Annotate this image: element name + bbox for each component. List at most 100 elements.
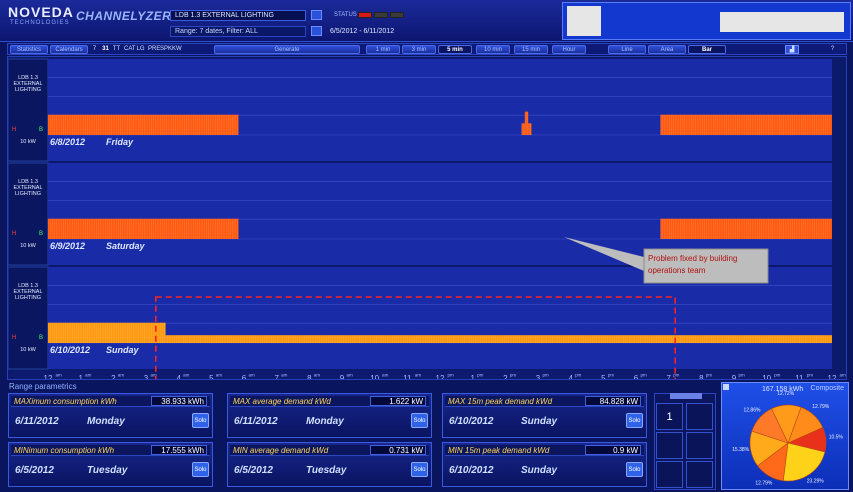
chart-settings-icon[interactable]: ▟ (785, 45, 799, 54)
category-icon[interactable]: CAT (124, 45, 136, 54)
x-tick-suffix: am (347, 373, 354, 378)
lane-scale-label: 10 kW (20, 347, 36, 353)
metric-value: 0.731 kW (370, 445, 426, 455)
x-tick-label: 9 (340, 374, 345, 379)
interval-button[interactable]: 1 min (366, 45, 400, 54)
week-view-icon[interactable]: 7 (90, 45, 99, 54)
lane-channel-label: LIGHTING (15, 295, 41, 301)
text-toggle-icon[interactable]: TT (112, 45, 121, 54)
channel-field[interactable]: LDB 1.3 EXTERNAL LIGHTING (170, 10, 306, 21)
chart-type-button[interactable]: Bar (688, 45, 726, 54)
metric-card: MIN 15m peak demand kWd 0.9 kW 6/10/2012 Su… (442, 442, 647, 487)
x-tick-suffix: am (216, 373, 223, 378)
lane-marker-right: B (39, 127, 43, 133)
lane-scale-label: 10 kW (20, 139, 36, 145)
x-tick-label: 5 (601, 374, 606, 379)
x-tick-label: 2 (503, 374, 508, 379)
metric-card: MAX 15m peak demand kWd 84.828 kW 6/10/201… (442, 393, 647, 438)
x-tick-label: 4 (568, 374, 573, 379)
solo-button[interactable]: Solo (626, 462, 643, 477)
lane-marker-left: H (12, 231, 16, 237)
range-picker-button[interactable] (311, 26, 322, 36)
metric-day: Tuesday (306, 465, 347, 476)
channel-picker-button[interactable] (311, 10, 322, 20)
grid-cell[interactable] (656, 461, 683, 488)
interval-button[interactable]: Hour (552, 45, 586, 54)
grid-cell[interactable] (686, 461, 713, 488)
metric-date: 6/5/2012 (15, 465, 54, 476)
grid-header-bar (670, 393, 702, 399)
pie-slice-label: 10.5% (829, 435, 844, 441)
metric-value: 0.9 kW (585, 445, 641, 455)
preset-icon[interactable]: PRE (148, 45, 160, 54)
chart-type-button[interactable]: Line (608, 45, 646, 54)
statistics-button[interactable]: Statistics (10, 45, 48, 54)
help-icon[interactable]: ? (828, 45, 837, 54)
kw-icon[interactable]: KW (172, 45, 182, 54)
x-tick-suffix: pm (706, 373, 713, 378)
generate-button[interactable]: Generate (214, 45, 360, 54)
lane-channel-label: LIGHTING (15, 87, 41, 93)
interval-button[interactable]: 3 min (402, 45, 436, 54)
interval-button[interactable]: 5 min (438, 45, 472, 54)
solo-button[interactable]: Solo (192, 462, 209, 477)
bar-segment (521, 123, 525, 135)
bar-segment (528, 123, 532, 135)
grid-cell[interactable] (686, 432, 713, 459)
solo-button[interactable]: Solo (192, 413, 209, 428)
x-tick-suffix: pm (448, 373, 455, 378)
grid-cell-selected[interactable]: 1 (656, 403, 683, 430)
x-tick-suffix: am (56, 373, 63, 378)
x-tick-suffix: pm (807, 373, 814, 378)
x-tick-label: 8 (307, 374, 312, 379)
interval-button[interactable]: 15 min (514, 45, 548, 54)
lane-day: Sunday (106, 345, 140, 355)
lane-day: Saturday (106, 241, 146, 251)
bar-segment (524, 111, 529, 135)
status-label: STATUS (334, 12, 357, 18)
composite-panel: 167.158 kWh Composite 12.79% 10.5% 23.29% 1… (721, 382, 849, 490)
month-view-icon[interactable]: 31 (101, 45, 110, 54)
x-tick-label: 1 (470, 374, 475, 379)
header-thumbnail (567, 6, 601, 36)
solo-button[interactable]: Solo (411, 462, 428, 477)
x-tick-label: 2 (111, 374, 116, 379)
metric-value: 1.622 kW (370, 396, 426, 406)
range-filter-field[interactable]: Range: 7 dates, Filter: ALL (170, 26, 306, 37)
x-tick-suffix: pm (641, 373, 648, 378)
x-tick-label: 7 (666, 374, 671, 379)
metric-header: MAX 15m peak demand kWd 84.828 kW (445, 396, 644, 407)
lane-marker-left: H (12, 335, 16, 341)
metric-header: MAX average demand kWd 1.622 kW (230, 396, 429, 407)
grid-cell[interactable] (686, 403, 713, 430)
lane-marker-right: B (39, 335, 43, 341)
metric-day: Monday (306, 416, 344, 427)
lane-channel-label: LIGHTING (15, 191, 41, 197)
legend-icon[interactable]: LG (136, 45, 145, 54)
x-tick-suffix: am (281, 373, 288, 378)
x-tick-label: 10 (762, 374, 771, 379)
metric-date: 6/11/2012 (15, 416, 59, 427)
x-tick-suffix: pm (575, 373, 582, 378)
solo-button[interactable]: Solo (626, 413, 643, 428)
grid-cell[interactable] (656, 432, 683, 459)
x-tick-label: 3 (536, 374, 541, 379)
noveda-logo: NOVEDA (8, 4, 74, 20)
solo-button[interactable]: Solo (411, 413, 428, 428)
metric-card: MINimum consumption kWh 17.555 kWh 6/5/201… (8, 442, 213, 487)
x-tick-label: 12 (436, 374, 445, 379)
x-tick-label: 12 (44, 374, 53, 379)
metric-header: MIN average demand kWd 0.731 kW (230, 445, 429, 456)
bar-segment (165, 335, 833, 343)
lane-marker-left: H (12, 127, 16, 133)
chart-type-button[interactable]: Area (648, 45, 686, 54)
x-tick-label: 5 (209, 374, 214, 379)
metric-label: MIN average demand kWd (233, 446, 329, 455)
interval-button[interactable]: 10 min (476, 45, 510, 54)
logo-subtitle: TECHNOLOGIES (10, 20, 70, 26)
pie-slice-label: 12.79% (755, 481, 773, 487)
composite-toggle-icon[interactable] (723, 384, 729, 390)
spike-icon[interactable]: SPK (160, 45, 172, 54)
calendars-button[interactable]: Calendars (50, 45, 88, 54)
lane-background (48, 59, 832, 161)
